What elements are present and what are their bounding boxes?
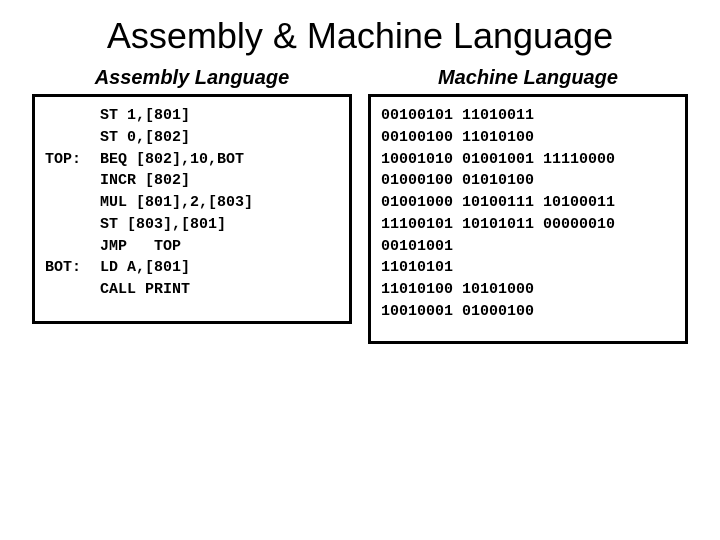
asm-instr: ST [803],[801] bbox=[100, 214, 226, 236]
asm-instr: INCR [802] bbox=[100, 170, 190, 192]
asm-instr: CALL PRINT bbox=[100, 279, 190, 301]
asm-instr: BEQ [802],10,BOT bbox=[100, 149, 244, 171]
columns-container: Assembly Language ST 1,[801] ST 0,[802] … bbox=[0, 67, 720, 344]
mc-line: 01000100 01010100 bbox=[381, 170, 675, 192]
asm-line: ST [803],[801] bbox=[45, 214, 339, 236]
asm-label bbox=[45, 279, 100, 301]
mc-line: 00101001 bbox=[381, 236, 675, 258]
asm-label bbox=[45, 170, 100, 192]
mc-line: 00100101 11010011 bbox=[381, 105, 675, 127]
mc-line: 11100101 10101011 00000010 bbox=[381, 214, 675, 236]
assembly-column: Assembly Language ST 1,[801] ST 0,[802] … bbox=[32, 67, 352, 344]
asm-instr: LD A,[801] bbox=[100, 257, 190, 279]
asm-instr: MUL [801],2,[803] bbox=[100, 192, 253, 214]
mc-line: 10001010 01001001 11110000 bbox=[381, 149, 675, 171]
mc-line: 11010100 10101000 bbox=[381, 279, 675, 301]
asm-instr: ST 0,[802] bbox=[100, 127, 190, 149]
asm-label bbox=[45, 236, 100, 258]
asm-label: TOP: bbox=[45, 149, 100, 171]
assembly-heading: Assembly Language bbox=[32, 67, 352, 90]
asm-line: MUL [801],2,[803] bbox=[45, 192, 339, 214]
asm-line: ST 0,[802] bbox=[45, 127, 339, 149]
slide-title: Assembly & Machine Language bbox=[0, 0, 720, 67]
asm-line: JMP TOP bbox=[45, 236, 339, 258]
mc-line: 10010001 01000100 bbox=[381, 301, 675, 323]
asm-label bbox=[45, 214, 100, 236]
mc-line: 01001000 10100111 10100011 bbox=[381, 192, 675, 214]
asm-line: TOP:BEQ [802],10,BOT bbox=[45, 149, 339, 171]
asm-line: INCR [802] bbox=[45, 170, 339, 192]
asm-label: BOT: bbox=[45, 257, 100, 279]
mc-line: 11010101 bbox=[381, 257, 675, 279]
asm-label bbox=[45, 192, 100, 214]
assembly-code-box: ST 1,[801] ST 0,[802] TOP:BEQ [802],10,B… bbox=[32, 94, 352, 324]
machine-heading: Machine Language bbox=[368, 67, 688, 90]
mc-line: 00100100 11010100 bbox=[381, 127, 675, 149]
machine-code-box: 00100101 11010011 00100100 11010100 1000… bbox=[368, 94, 688, 344]
asm-line: CALL PRINT bbox=[45, 279, 339, 301]
asm-line: ST 1,[801] bbox=[45, 105, 339, 127]
asm-line: BOT:LD A,[801] bbox=[45, 257, 339, 279]
machine-column: Machine Language 00100101 11010011 00100… bbox=[368, 67, 688, 344]
asm-instr: JMP TOP bbox=[100, 236, 181, 258]
asm-instr: ST 1,[801] bbox=[100, 105, 190, 127]
asm-label bbox=[45, 105, 100, 127]
asm-label bbox=[45, 127, 100, 149]
